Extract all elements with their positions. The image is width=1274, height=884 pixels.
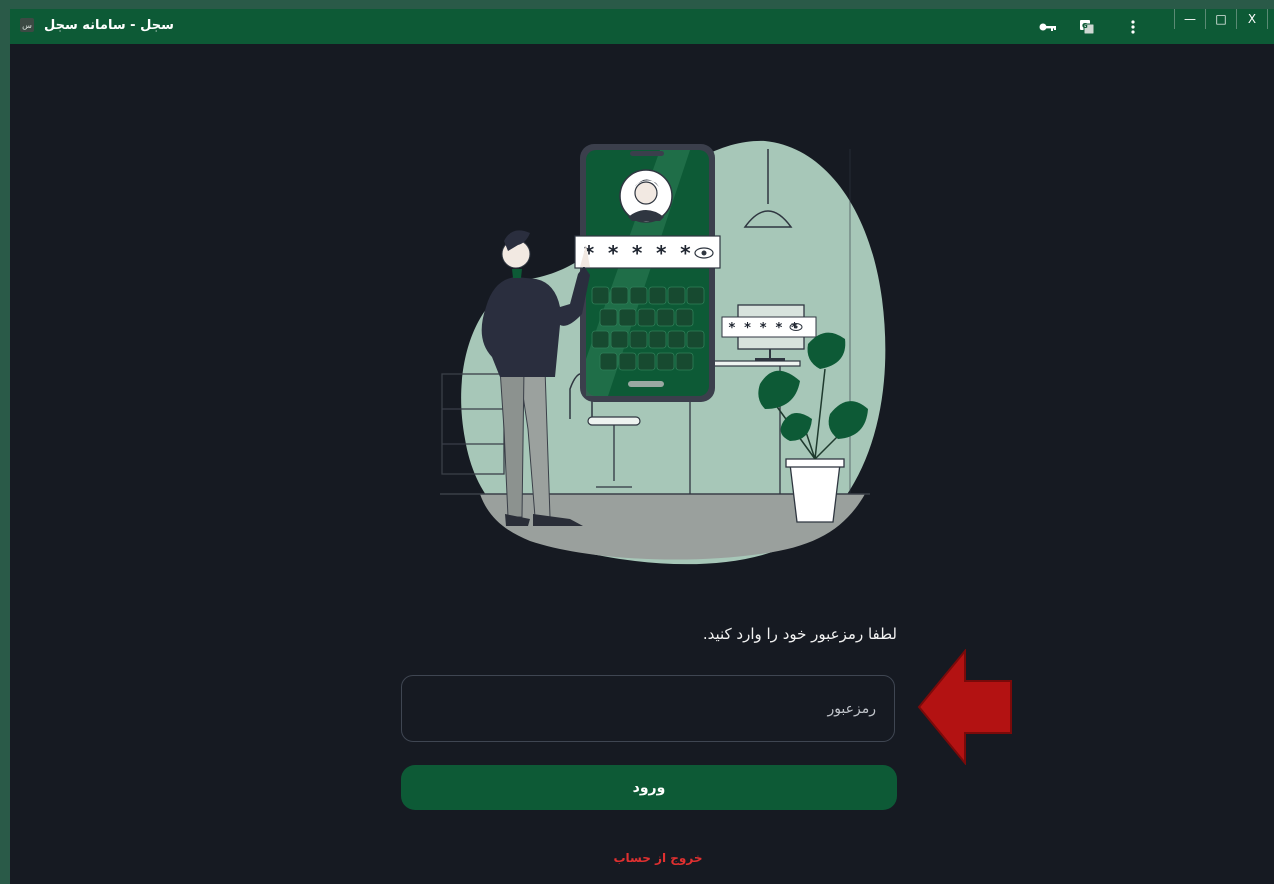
- minimize-button[interactable]: —: [1175, 9, 1206, 29]
- app-window: س سجل - سامانه سجل G — □ X * * * * * * *…: [10, 9, 1274, 884]
- window-controls: — □ X: [1174, 9, 1268, 29]
- password-prompt: لطفا رمزعبور خود را وارد کنید.: [702, 625, 897, 643]
- monitor-password-mask: * * * * *: [728, 321, 799, 336]
- logout-link[interactable]: خروج از حساب: [550, 851, 766, 865]
- login-button[interactable]: ورود: [401, 765, 897, 810]
- password-illustration: * * * * * * * * * *: [440, 140, 886, 565]
- key-icon[interactable]: [1038, 17, 1058, 37]
- password-input[interactable]: [401, 675, 895, 742]
- translate-icon[interactable]: G: [1077, 17, 1097, 37]
- phone-password-mask: * * * * *: [583, 241, 691, 265]
- close-button[interactable]: X: [1237, 9, 1268, 29]
- svg-text:G: G: [1082, 22, 1088, 30]
- window-title: سجل - سامانه سجل: [44, 18, 174, 33]
- app-icon: س: [20, 18, 34, 32]
- title-bar: س سجل - سامانه سجل G — □ X: [10, 9, 1274, 44]
- maximize-button[interactable]: □: [1206, 9, 1237, 29]
- annotation-arrow-icon: [917, 649, 1012, 765]
- more-vertical-icon[interactable]: [1123, 17, 1143, 37]
